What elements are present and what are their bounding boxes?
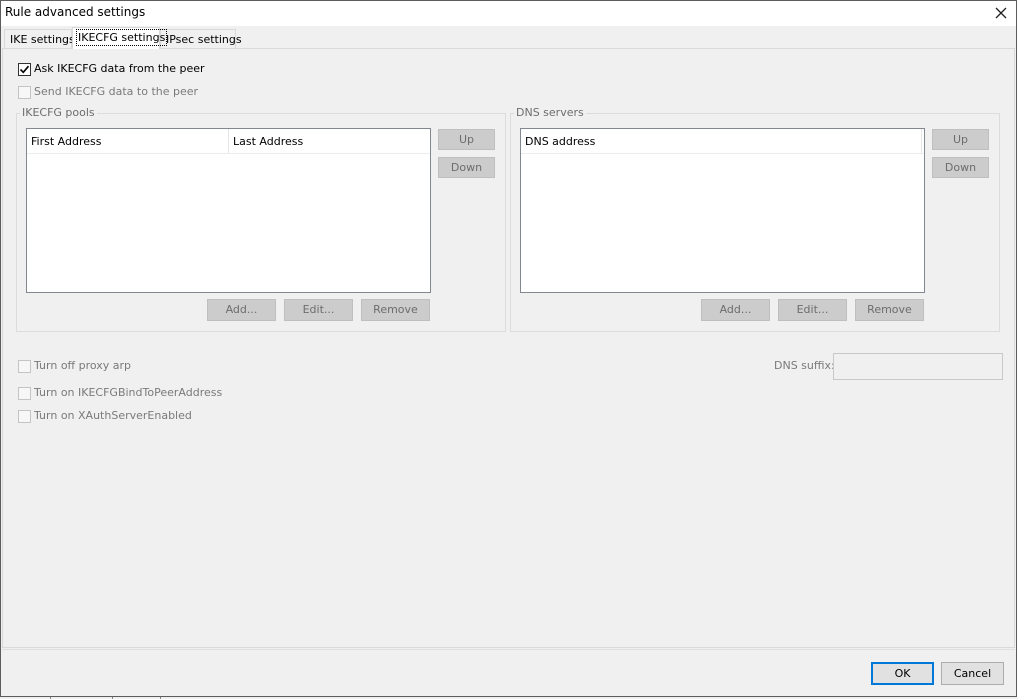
send-ikecfg-label: Send IKECFG data to the peer (34, 85, 199, 98)
pools-remove-button[interactable]: Remove (361, 299, 430, 321)
dns-suffix-input[interactable] (833, 353, 1003, 380)
ask-ikecfg-checkbox[interactable] (18, 63, 31, 76)
ikecfg-pools-list[interactable]: First Address Last Address (26, 128, 431, 293)
footer-divider (2, 649, 1015, 650)
ask-ikecfg-label: Ask IKECFG data from the peer (34, 62, 205, 75)
proxy-arp-checkbox[interactable] (18, 360, 31, 373)
ikecfg-pools-title: IKECFG pools (20, 106, 97, 119)
tab-ipsec-settings-label: IPsec settings (166, 33, 242, 46)
title-bar (1, 1, 1016, 26)
bind-to-peer-checkbox[interactable] (18, 387, 31, 400)
xauth-server-label: Turn on XAuthServerEnabled (34, 409, 192, 422)
checkmark-icon (19, 65, 30, 74)
dns-up-button[interactable]: Up (932, 129, 989, 150)
dns-suffix-label: DNS suffix: (774, 359, 835, 372)
xauth-server-checkbox[interactable] (18, 410, 31, 423)
dns-edit-button[interactable]: Edit... (778, 299, 847, 321)
tab-ikecfg-settings-label: IKECFG settings (75, 29, 168, 46)
column-header-first-address[interactable]: First Address (27, 129, 229, 153)
dns-down-button[interactable]: Down (932, 157, 989, 178)
pools-add-button[interactable]: Add... (207, 299, 276, 321)
cancel-button[interactable]: Cancel (941, 662, 1004, 685)
column-header-dns-address[interactable]: DNS address (521, 129, 922, 153)
proxy-arp-label: Turn off proxy arp (34, 359, 132, 372)
window-title: Rule advanced settings (5, 5, 146, 19)
pools-edit-button[interactable]: Edit... (284, 299, 353, 321)
dns-add-button[interactable]: Add... (701, 299, 770, 321)
send-ikecfg-checkbox[interactable] (18, 86, 31, 99)
dns-remove-button[interactable]: Remove (855, 299, 924, 321)
pools-down-button[interactable]: Down (438, 157, 495, 178)
tab-ikecfg-settings[interactable]: IKECFG settings (72, 27, 168, 49)
ok-button[interactable]: OK (871, 662, 934, 685)
tab-ike-settings[interactable]: IKE settings (4, 29, 75, 48)
list-header-divider (521, 153, 924, 154)
tab-ipsec-settings[interactable]: IPsec settings (160, 29, 242, 48)
tab-ike-settings-label: IKE settings (10, 33, 75, 46)
pools-up-button[interactable]: Up (438, 129, 495, 150)
dns-servers-title: DNS servers (514, 106, 586, 119)
dns-servers-list-header: DNS address (521, 129, 924, 153)
close-icon[interactable] (990, 3, 1012, 23)
list-header-divider (27, 153, 430, 154)
bind-to-peer-label: Turn on IKECFGBindToPeerAddress (34, 386, 223, 399)
dns-servers-list[interactable]: DNS address (520, 128, 925, 293)
ikecfg-pools-list-header: First Address Last Address (27, 129, 430, 153)
column-header-last-address[interactable]: Last Address (229, 129, 430, 153)
